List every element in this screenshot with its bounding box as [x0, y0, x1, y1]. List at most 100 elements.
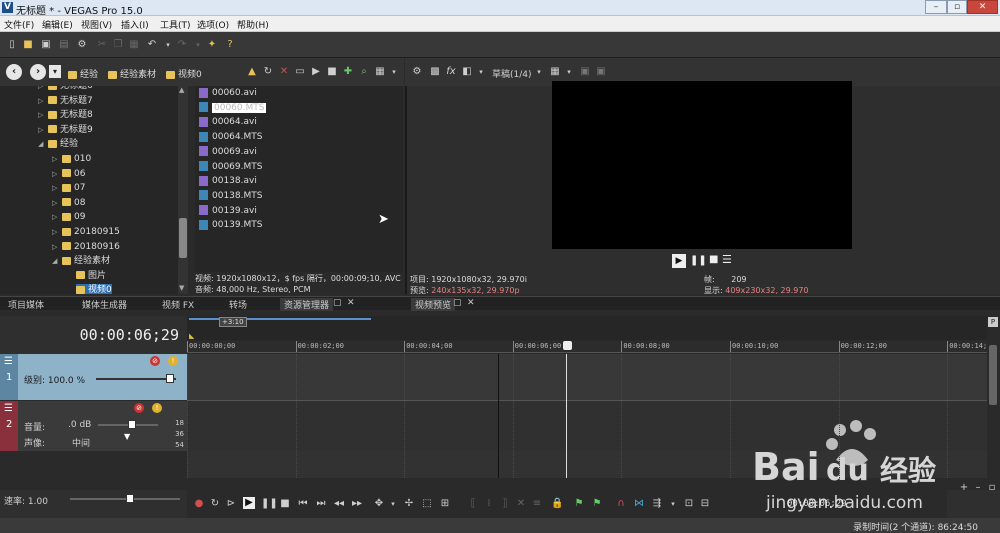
expand-arrow-icon[interactable]: ▷: [38, 109, 43, 122]
play-icon[interactable]: ▶: [243, 497, 255, 509]
breadcrumb-item[interactable]: 经验素材: [108, 67, 156, 80]
history-dropdown-icon[interactable]: ▾: [49, 65, 61, 78]
split-screen-icon[interactable]: ◧: [461, 66, 473, 78]
loop-icon[interactable]: ↻: [209, 498, 221, 510]
track-menu-icon[interactable]: ☰: [4, 403, 13, 414]
tab-video-fx[interactable]: 视频 FX: [162, 298, 194, 311]
tree-node[interactable]: ▷ 20180916: [52, 241, 120, 254]
snapping-icon[interactable]: ∩: [615, 498, 627, 510]
preview-quality-select[interactable]: 草稿(1/4): [492, 67, 532, 80]
file-list[interactable]: 00060.avi 00060.MTS 00064.avi 00064.MTS 0006…: [195, 86, 403, 272]
menu-tools[interactable]: 工具(T): [160, 18, 191, 31]
file-item[interactable]: 00139.MTS: [199, 218, 262, 232]
play-preview-icon[interactable]: ▶: [310, 66, 322, 78]
maximize-icon[interactable]: ▫: [947, 0, 967, 14]
menu-insert[interactable]: 插入(I): [121, 18, 149, 31]
redo-icon[interactable]: ↷: [176, 39, 188, 51]
tab-explorer[interactable]: 资源管理器: [280, 298, 334, 311]
playhead-line[interactable]: [566, 354, 567, 478]
pan-slider-thumb-icon[interactable]: ▼: [124, 432, 130, 441]
expand-arrow-icon[interactable]: ▷: [52, 182, 57, 195]
edit-tool-dropdown-icon[interactable]: ▾: [387, 498, 399, 510]
solo-icon[interactable]: !: [168, 356, 178, 366]
tab-project-media[interactable]: 项目媒体: [8, 298, 44, 311]
paste-icon[interactable]: ▦: [128, 39, 140, 51]
record-icon[interactable]: ●: [193, 498, 205, 510]
file-item[interactable]: 00138.avi: [199, 174, 257, 188]
add-folder-icon[interactable]: ▭: [294, 66, 306, 78]
menu-help[interactable]: 帮助(H): [237, 18, 269, 31]
pause-icon[interactable]: ❚❚: [690, 255, 707, 266]
expand-arrow-icon[interactable]: ▷: [52, 168, 57, 181]
copy-snapshot-icon[interactable]: ▣: [579, 66, 591, 78]
tab-video-preview[interactable]: 视频预览: [411, 298, 456, 311]
marker-icon[interactable]: ⚑: [573, 498, 585, 510]
stop-preview-icon[interactable]: ■: [326, 66, 338, 78]
tree-node[interactable]: ▷ 07: [52, 182, 85, 195]
snap-icon[interactable]: ✦: [206, 39, 218, 51]
redo-dropdown-icon[interactable]: ▾: [192, 39, 204, 51]
expand-arrow-icon[interactable]: ▷: [38, 95, 43, 108]
collapse-arrow-icon[interactable]: ◢: [38, 138, 43, 151]
file-item[interactable]: 00060.MTS: [199, 101, 267, 115]
playhead-handle-icon[interactable]: [563, 341, 572, 350]
tree-node[interactable]: ▷ 无标题7: [38, 95, 93, 108]
auto-crossfade-icon[interactable]: ⋈: [633, 498, 645, 510]
breadcrumb-item[interactable]: 经验: [68, 67, 98, 80]
next-frame-icon[interactable]: ▸▸: [351, 498, 363, 510]
expand-arrow-icon[interactable]: ▷: [52, 197, 57, 210]
properties-gear-icon[interactable]: ⚙: [76, 39, 88, 51]
back-arrow-icon[interactable]: ‹: [6, 64, 22, 80]
auto-ripple-icon[interactable]: ⇶: [651, 498, 663, 510]
tree-node[interactable]: ▷ 无标题6: [38, 86, 93, 93]
trim-end-icon[interactable]: ⟧: [499, 498, 511, 510]
level-slider[interactable]: [96, 378, 176, 380]
menu-file[interactable]: 文件(F): [4, 18, 34, 31]
play-from-start-icon[interactable]: ⊳: [225, 498, 237, 510]
breadcrumb-item[interactable]: 视频0: [166, 67, 202, 80]
ignore-grouping-icon[interactable]: ⊟: [699, 498, 711, 510]
solo-icon[interactable]: !: [152, 403, 162, 413]
tree-node[interactable]: ▷ 20180915: [52, 226, 120, 239]
menu-lines-icon[interactable]: ☰: [722, 253, 732, 266]
search-icon[interactable]: ⌕: [358, 66, 370, 78]
pause-icon[interactable]: ❚❚: [261, 498, 278, 510]
close-tab-icon[interactable]: ✕: [347, 298, 355, 308]
file-item[interactable]: 00060.avi: [199, 86, 257, 100]
quality-dropdown-icon[interactable]: ▾: [533, 66, 545, 78]
expand-arrow-icon[interactable]: ▷: [52, 226, 57, 239]
timeline-vscroll[interactable]: [987, 341, 999, 478]
collapse-arrow-icon[interactable]: ◢: [52, 255, 57, 268]
level-slider-thumb[interactable]: [166, 374, 174, 383]
ripple-dropdown-icon[interactable]: ▾: [667, 498, 679, 510]
mute-icon[interactable]: ⊘: [150, 356, 160, 366]
overview-range[interactable]: [189, 318, 371, 320]
audio-track-header[interactable]: ☰ 2 ⊘ ! 音量: .0 dB 声像: 中间 ▼ 18 36 54: [0, 401, 187, 451]
tree-scrollbar[interactable]: ▲ ▼: [178, 86, 188, 294]
video-lane[interactable]: [187, 354, 987, 400]
copy-icon[interactable]: ❐: [112, 39, 124, 51]
video-track-header[interactable]: ☰ 1 ⊘ ! 级别: 100.0 %: [0, 354, 187, 400]
tree-node[interactable]: ▷ 010: [52, 153, 91, 166]
region-icon[interactable]: ⚑: [591, 498, 603, 510]
help-pointer-icon[interactable]: ?: [224, 39, 236, 51]
normal-edit-icon[interactable]: ✢: [403, 498, 415, 510]
scroll-up-icon[interactable]: ▲: [179, 86, 187, 94]
minimize-icon[interactable]: –: [925, 0, 947, 14]
close-icon[interactable]: ✕: [967, 0, 998, 14]
undock-icon[interactable]: ▢: [333, 298, 342, 308]
tree-node[interactable]: ▷ 08: [52, 197, 85, 210]
new-file-icon[interactable]: ▯: [6, 39, 18, 51]
selection-edit-icon[interactable]: ⬚: [421, 498, 433, 510]
file-item[interactable]: 00069.avi: [199, 145, 257, 159]
tree-node[interactable]: 图片: [76, 270, 106, 283]
overlays-dropdown-icon[interactable]: ▾: [563, 66, 575, 78]
go-to-start-icon[interactable]: ⏮: [297, 498, 309, 510]
expand-arrow-icon[interactable]: ▷: [38, 124, 43, 137]
close-tab-icon[interactable]: ✕: [467, 298, 475, 308]
menu-edit[interactable]: 编辑(E): [42, 18, 73, 31]
stop-icon[interactable]: ■: [279, 498, 291, 510]
timeline-vscroll-thumb[interactable]: [989, 345, 997, 405]
tree-node[interactable]: ◢ 经验: [38, 138, 78, 151]
tree-node[interactable]: ▷ 无标题9: [38, 124, 93, 137]
